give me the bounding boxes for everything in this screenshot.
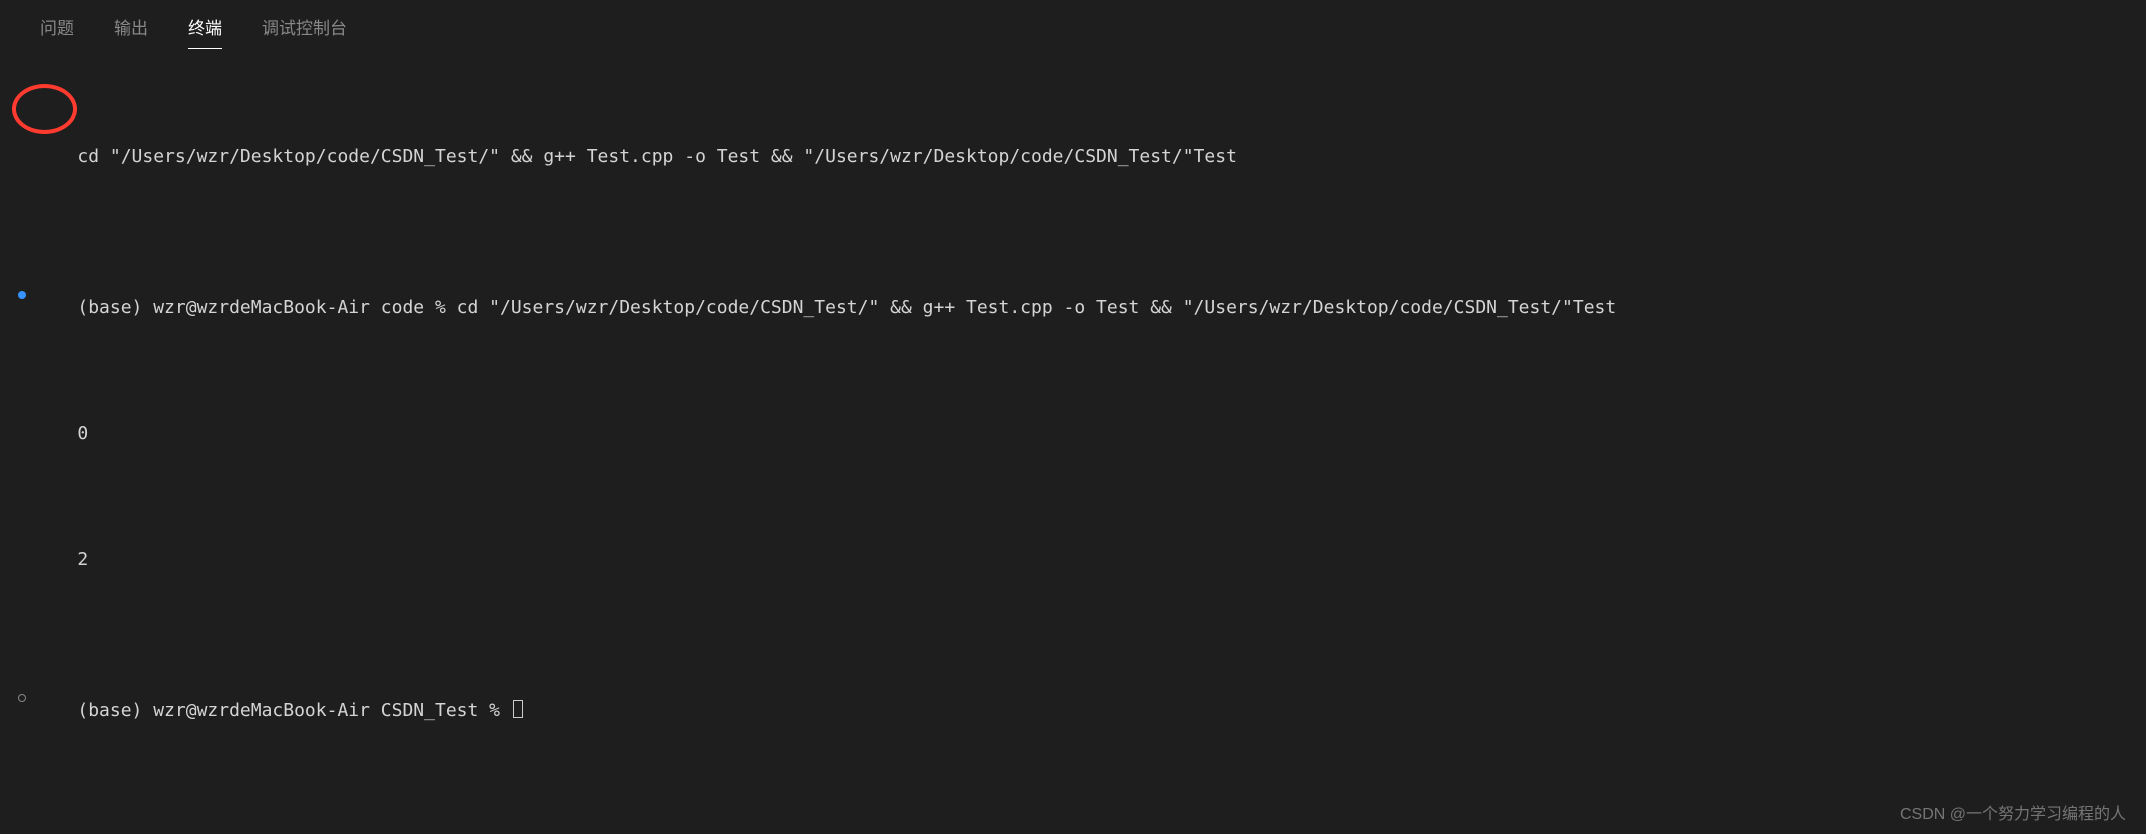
panel-tabs: 问题 输出 终端 调试控制台 xyxy=(0,0,2146,50)
terminal-text: (base) wzr@wzrdeMacBook-Air code % cd "/… xyxy=(77,297,1616,318)
terminal-text: 0 xyxy=(77,423,88,444)
tab-problems[interactable]: 问题 xyxy=(20,8,94,49)
terminal-line: 0 xyxy=(20,395,2126,471)
terminal-line: (base) wzr@wzrdeMacBook-Air CSDN_Test % xyxy=(20,647,2126,748)
terminal-content[interactable]: cd "/Users/wzr/Desktop/code/CSDN_Test/" … xyxy=(0,50,2146,773)
tab-output[interactable]: 输出 xyxy=(94,8,168,49)
terminal-text: (base) wzr@wzrdeMacBook-Air CSDN_Test % xyxy=(77,700,510,721)
terminal-line: cd "/Users/wzr/Desktop/code/CSDN_Test/" … xyxy=(20,118,2126,194)
task-running-dot-icon xyxy=(18,291,26,299)
terminal-line: 2 xyxy=(20,521,2126,597)
watermark: CSDN @一个努力学习编程的人 xyxy=(1900,800,2126,824)
terminal-text: cd "/Users/wzr/Desktop/code/CSDN_Test/" … xyxy=(77,146,1237,167)
terminal-line: (base) wzr@wzrdeMacBook-Air code % cd "/… xyxy=(20,244,2126,345)
task-idle-dot-icon xyxy=(18,694,26,702)
terminal-text: 2 xyxy=(77,549,88,570)
tab-terminal[interactable]: 终端 xyxy=(168,8,242,49)
tab-debug-console[interactable]: 调试控制台 xyxy=(242,8,367,49)
cursor-icon xyxy=(513,700,523,718)
